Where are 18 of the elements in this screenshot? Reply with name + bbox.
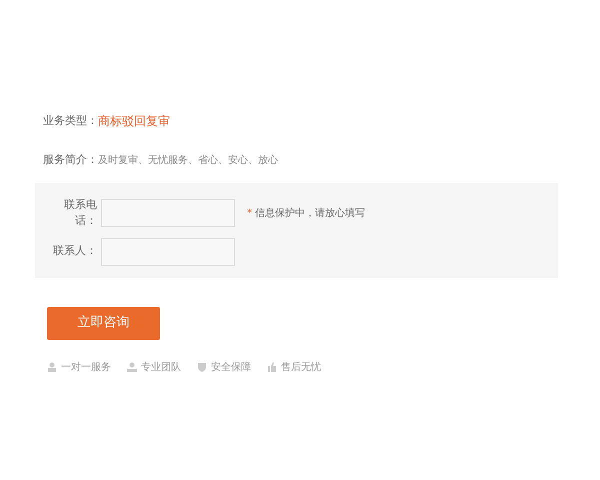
feature-label: 安全保障 [211,360,251,374]
person-icon [47,362,57,372]
field-label: 联系人： [52,243,97,260]
hint-text: * 信息保护中，请放心填写 [247,206,366,220]
field-label: 联系电话： [63,196,97,229]
feature-label: 一对一服务 [61,360,111,374]
consult-button[interactable]: 立即咨询 [47,306,160,340]
shield-icon [197,362,207,372]
feature-label: 售后无忧 [281,360,321,374]
field-label: 服务简介： [43,152,98,168]
input-field[interactable] [101,199,235,227]
service-intro-text: 及时复审、无忧服务、省心、安心、放心 [98,154,278,168]
person-icon [127,362,137,372]
service-type-value: 商标驳回复审 [98,113,170,130]
thumbs-up-icon [267,362,277,372]
input-field[interactable] [101,238,235,266]
feature-label: 专业团队 [141,360,181,374]
field-label: 业务类型： [43,112,98,129]
